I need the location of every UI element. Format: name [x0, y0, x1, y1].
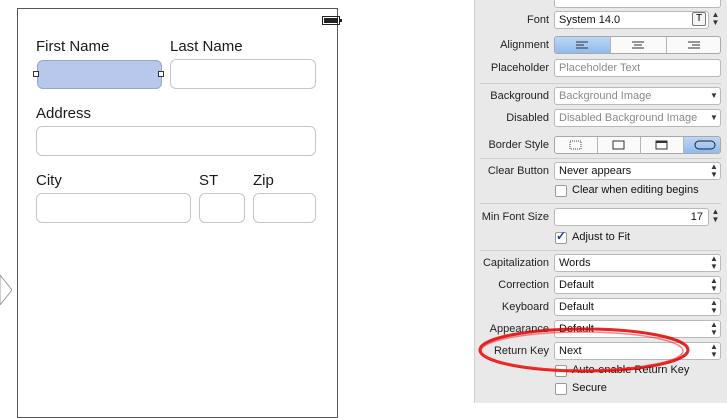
last-name-label: Last Name [170, 38, 243, 55]
resize-handle-left[interactable] [33, 71, 39, 77]
align-left-segment[interactable] [555, 37, 611, 53]
clear-when-editing-label: Clear when editing begins [572, 184, 699, 196]
border-bezel-icon [655, 140, 668, 150]
border-none-icon [569, 140, 582, 150]
align-right-segment[interactable] [667, 37, 720, 53]
disabled-background-combo[interactable]: Disabled Background Image ▼ [554, 109, 721, 127]
border-line-icon [612, 140, 625, 150]
popup-arrows-icon: ▲ ▼ [710, 254, 718, 271]
first-name-label: First Name [36, 38, 110, 55]
secure-checkbox[interactable] [555, 383, 567, 395]
border-rounded-icon [694, 140, 716, 150]
chevron-down-icon: ▼ [710, 91, 718, 100]
min-font-size-field[interactable]: 17 [554, 208, 709, 226]
align-right-icon [688, 41, 700, 49]
font-picker-button[interactable]: T [692, 12, 706, 26]
popup-arrows-icon: ▲ ▼ [710, 162, 718, 179]
border-bezel-segment[interactable] [641, 137, 684, 153]
adjust-to-fit-checkbox[interactable] [555, 229, 567, 244]
clear-button-label: Clear Button [487, 165, 549, 177]
annotation-ellipse [478, 327, 690, 373]
placeholder-label: Placeholder [490, 62, 549, 74]
section-divider [480, 83, 721, 84]
background-label: Background [490, 90, 549, 102]
placeholder-field[interactable]: Placeholder Text [554, 59, 721, 77]
correction-popup[interactable]: Default ▲ ▼ [554, 276, 721, 294]
address-textfield[interactable] [36, 126, 316, 156]
scene-entry-arrow [0, 275, 12, 305]
state-textfield[interactable] [199, 193, 245, 223]
address-label: Address [36, 105, 92, 122]
chevron-down-icon: ▼ [710, 113, 718, 122]
section-divider [480, 203, 721, 204]
zip-label: Zip [253, 172, 274, 189]
capitalization-popup[interactable]: Words ▲ ▼ [554, 254, 721, 272]
font-label: Font [526, 14, 549, 26]
disabled-label: Disabled [506, 112, 549, 124]
alignment-segmented-control[interactable] [554, 36, 721, 54]
font-stepper[interactable]: ▲ ▼ [710, 11, 721, 29]
border-line-segment[interactable] [598, 137, 641, 153]
section-divider [480, 250, 721, 251]
popup-arrows-icon: ▲ ▼ [710, 276, 718, 293]
popup-arrows-icon: ▲ ▼ [710, 298, 718, 315]
correction-label: Correction [498, 279, 549, 291]
adjust-to-fit-label: Adjust to Fit [572, 231, 631, 243]
background-combo[interactable]: Background Image ▼ [554, 87, 721, 105]
border-rounded-segment[interactable] [684, 137, 720, 153]
min-font-size-stepper[interactable]: ▲ ▼ [710, 208, 721, 226]
zip-textfield[interactable] [253, 193, 316, 223]
popup-arrows-icon: ▲ ▼ [710, 342, 718, 359]
border-style-label: Border Style [488, 139, 549, 151]
city-label: City [36, 172, 62, 189]
capitalization-label: Capitalization [482, 257, 549, 269]
battery-icon [322, 16, 342, 25]
keyboard-popup[interactable]: Default ▲ ▼ [554, 298, 721, 316]
clear-button-popup[interactable]: Never appears ▲ ▼ [554, 162, 721, 180]
keyboard-label: Keyboard [501, 301, 549, 313]
popup-arrows-icon: ▲ ▼ [710, 320, 718, 337]
align-left-icon [576, 41, 588, 49]
color-popup[interactable] [554, 0, 721, 8]
align-center-segment[interactable] [611, 37, 667, 53]
city-textfield[interactable] [36, 193, 191, 223]
border-none-segment[interactable] [555, 137, 598, 153]
align-center-icon [632, 41, 644, 49]
min-font-size-label: Min Font Size [481, 211, 549, 223]
section-divider [480, 158, 721, 159]
alignment-label: Alignment [500, 39, 549, 51]
border-style-segmented-control[interactable] [554, 136, 721, 154]
first-name-textfield[interactable] [37, 60, 162, 89]
secure-label: Secure [572, 382, 607, 394]
resize-handle-right[interactable] [158, 71, 164, 77]
font-field[interactable]: System 14.0 [554, 11, 709, 29]
last-name-textfield[interactable] [170, 59, 316, 89]
clear-when-editing-checkbox[interactable] [555, 185, 567, 197]
state-label: ST [199, 172, 219, 189]
